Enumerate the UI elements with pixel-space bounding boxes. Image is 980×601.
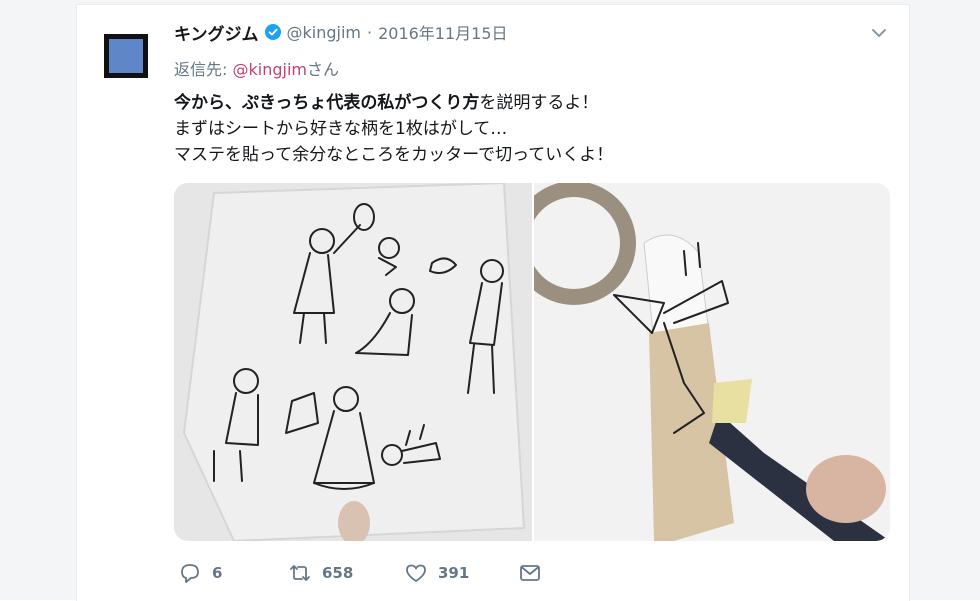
like-icon (406, 564, 426, 582)
author-handle[interactable]: @kingjim (287, 23, 361, 42)
reply-count: 6 (212, 564, 223, 582)
tweet-text-line-3: マステを貼って余分なところをカッターで切っていくよ！ (174, 145, 614, 165)
reply-context: 返信先: @kingjimさん (174, 56, 339, 80)
tweet-actions: 6 658 391 (178, 560, 558, 586)
like-button[interactable]: 391 (404, 562, 518, 584)
tweet-header: キングジム @kingjim · 2016年11月15日 (174, 20, 508, 45)
reply-mention-link[interactable]: @kingjim (233, 60, 307, 79)
reply-button[interactable]: 6 (178, 562, 288, 584)
chevron-down-icon[interactable] (868, 22, 890, 44)
sticker-sheet-illustration (174, 183, 532, 541)
avatar[interactable] (104, 34, 148, 78)
tweet-text-line-1-rest: を説明するよ！ (479, 93, 599, 113)
tweet-media (174, 183, 890, 541)
header-separator: · (366, 22, 373, 42)
message-button[interactable] (518, 562, 558, 584)
reply-prefix: 返信先: (174, 60, 228, 79)
tweet-text-bold: 今から、ぷきっちょ代表の私がつくり方 (174, 93, 480, 113)
author-name[interactable]: キングジム (174, 20, 259, 45)
tweet-text: 今から、ぷきっちょ代表の私がつくり方を説明するよ！ まずはシートから好きな柄を1… (174, 90, 613, 168)
reply-icon (181, 564, 199, 583)
tweet-text-line-1: 今から、ぷきっちょ代表の私がつくり方を説明するよ！ (174, 90, 613, 116)
like-count: 391 (438, 564, 470, 582)
verified-badge-icon (264, 24, 281, 40)
avatar-image (109, 39, 143, 73)
retweet-icon (290, 565, 310, 581)
message-icon (520, 565, 540, 581)
tweet-text-line-2: まずはシートから好きな柄を1枚はがして… (174, 119, 508, 139)
cutting-illustration (534, 183, 890, 541)
media-photo-cutting[interactable] (534, 183, 890, 541)
retweet-count: 658 (322, 564, 354, 582)
retweet-button[interactable]: 658 (288, 562, 404, 584)
media-photo-sticker-sheet[interactable] (174, 183, 532, 541)
tweet-date[interactable]: 2016年11月15日 (378, 20, 507, 44)
reply-suffix: さん (306, 60, 339, 79)
